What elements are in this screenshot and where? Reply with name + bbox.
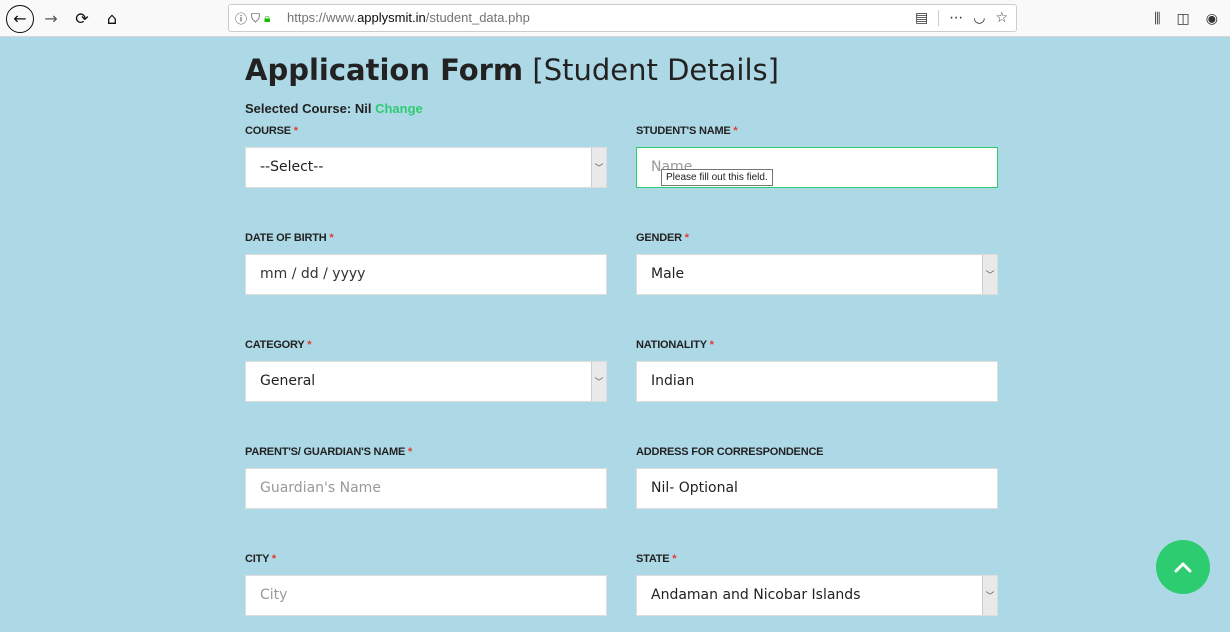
course-label: COURSE * (245, 125, 298, 137)
city-input[interactable]: City (245, 575, 607, 616)
gender-label-text: GENDER (636, 232, 682, 244)
guardian-label: PARENT'S/ GUARDIAN'S NAME * (245, 446, 412, 458)
back-button[interactable]: ← (5, 0, 35, 37)
course-select-value: --Select-- (260, 159, 324, 175)
validation-tooltip: Please fill out this field. (661, 169, 773, 186)
sidebar-icon[interactable]: ◫ (1177, 11, 1190, 27)
state-label-text: STATE (636, 553, 670, 565)
required-mark: * (408, 446, 413, 458)
application-form: Application Form [Student Details] Selec… (245, 37, 1005, 632)
gender-label: GENDER * (636, 232, 689, 244)
chevron-down-icon: ﹀ (982, 576, 997, 615)
url-bar[interactable]: ⓘ ⛉ 🔒︎ https://www.applysmit.in/student_… (228, 4, 1017, 32)
city-label-text: CITY (245, 553, 270, 565)
category-select-value: General (260, 373, 316, 389)
required-mark: * (271, 553, 277, 565)
dob-placeholder: mm / dd / yyyy (260, 266, 366, 282)
forward-arrow-icon[interactable]: → (38, 0, 64, 37)
required-mark: * (684, 232, 689, 244)
library-icon[interactable]: ⫼ (1154, 11, 1160, 27)
guardian-input[interactable]: Guardian's Name (245, 468, 607, 509)
lock-icon[interactable]: 🔒︎ (264, 11, 270, 26)
state-label: STATE * (636, 553, 677, 565)
category-select[interactable]: General ﹀ (245, 361, 607, 402)
address-input[interactable]: Nil- Optional (636, 468, 998, 509)
required-mark: * (672, 553, 677, 565)
url-domain: applysmit.in (357, 10, 426, 25)
url-separator (938, 10, 940, 26)
student-name-label-text: STUDENT'S NAME (636, 125, 731, 137)
change-course-link[interactable]: Change (375, 101, 423, 116)
nationality-label: NATIONALITY * (636, 339, 714, 351)
page-title: Application Form [Student Details] (245, 53, 779, 87)
tracking-protection-icon[interactable]: ⛉ (251, 11, 260, 26)
selected-course-label: Selected Course: Nil (245, 101, 372, 116)
nationality-label-text: NATIONALITY (636, 339, 707, 351)
url-path: /student_data.php (425, 10, 530, 25)
gender-select[interactable]: Male ﹀ (636, 254, 998, 295)
chevron-down-icon: ﹀ (982, 255, 997, 294)
bookmark-star-icon[interactable]: ☆ (995, 10, 1008, 26)
state-select-value: Andaman and Nicobar Islands (651, 587, 861, 603)
browser-toolbar: ← → ⟳ ⌂ ⓘ ⛉ 🔒︎ https://www.applysmit.in/… (0, 0, 1230, 37)
title-sub: [Student Details] (532, 53, 779, 87)
gender-select-value: Male (651, 266, 685, 282)
pocket-icon[interactable]: ◡ (973, 10, 985, 26)
address-label-text: ADDRESS FOR CORRESPONDENCE (636, 446, 824, 458)
home-icon[interactable]: ⌂ (100, 0, 124, 37)
more-actions-icon[interactable]: ⋯ (949, 10, 963, 26)
reload-icon[interactable]: ⟳ (70, 0, 94, 37)
chevron-up-icon (1174, 562, 1192, 573)
category-label-text: CATEGORY (245, 339, 305, 351)
address-label: ADDRESS FOR CORRESPONDENCE (636, 446, 824, 458)
dob-label-text: DATE OF BIRTH (245, 232, 327, 244)
chevron-down-icon: ﹀ (591, 148, 606, 187)
url-text[interactable]: https://www.applysmit.in/student_data.ph… (287, 5, 530, 31)
chevron-down-icon: ﹀ (591, 362, 606, 401)
dob-label: DATE OF BIRTH * (245, 232, 334, 244)
student-name-label: STUDENT'S NAME * (636, 125, 738, 137)
nationality-input[interactable]: Indian (636, 361, 998, 402)
account-icon[interactable]: ◉ (1206, 11, 1218, 27)
title-bold: Application Form (245, 53, 524, 87)
nationality-value: Indian (651, 373, 695, 389)
required-mark: * (733, 125, 738, 137)
state-select[interactable]: Andaman and Nicobar Islands ﹀ (636, 575, 998, 616)
dob-input[interactable]: mm / dd / yyyy (245, 254, 607, 295)
info-icon[interactable]: ⓘ (235, 10, 247, 27)
course-label-text: COURSE (245, 125, 291, 137)
address-value: Nil- Optional (651, 480, 738, 496)
category-label: CATEGORY * (245, 339, 311, 351)
city-label: CITY * (245, 553, 276, 565)
selected-course: Selected Course: Nil Change (245, 101, 423, 116)
required-mark: * (709, 339, 714, 351)
reader-view-icon[interactable]: ▤ (915, 10, 928, 26)
required-mark: * (293, 125, 298, 137)
city-placeholder: City (260, 587, 288, 603)
url-prefix: https://www. (287, 10, 358, 25)
guardian-label-text: PARENT'S/ GUARDIAN'S NAME (245, 446, 406, 458)
required-mark: * (329, 232, 334, 244)
course-select[interactable]: --Select-- ﹀ (245, 147, 607, 188)
back-arrow-icon: ← (6, 4, 34, 33)
scroll-top-button[interactable] (1156, 540, 1210, 594)
required-mark: * (307, 339, 312, 351)
guardian-placeholder: Guardian's Name (260, 480, 381, 496)
